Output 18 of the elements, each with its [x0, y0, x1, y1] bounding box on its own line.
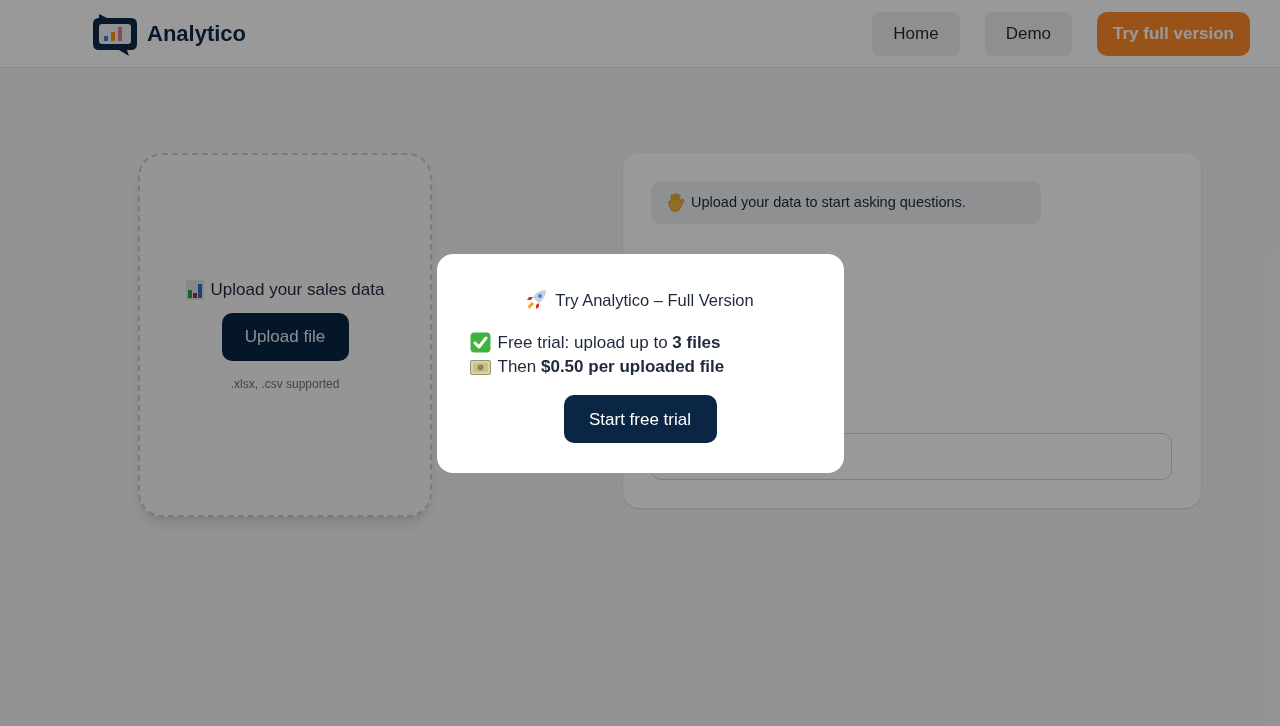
upload-dropzone[interactable]: Upload your sales data Upload file .xlsx, .csv supported	[138, 153, 432, 517]
message-text: Upload your data to start asking questions.	[691, 192, 966, 212]
dialog-title: Try Analytico – Full Version	[555, 289, 754, 311]
nav-link[interactable]: Home	[872, 11, 960, 56]
hand-icon	[667, 193, 685, 212]
check-mark-icon	[469, 332, 491, 353]
brand-name: Analytico	[147, 20, 247, 48]
upload-title: Upload your sales data	[210, 279, 385, 302]
file-types-hint: .xlsx, .csv supported	[230, 375, 340, 393]
nav-link[interactable]: Demo	[984, 11, 1073, 56]
logo-icon	[91, 11, 139, 56]
rocket-icon	[526, 289, 548, 311]
start-trial-button[interactable]: Start free trial	[563, 395, 717, 444]
upload-file-button[interactable]: Upload file	[221, 312, 349, 361]
banknote-icon	[469, 359, 491, 375]
bar-chart-icon	[185, 280, 204, 300]
feature-text: Free trial: upload up to 3 files	[497, 331, 721, 354]
feature-text: Then $0.50 per uploaded file	[497, 356, 725, 379]
